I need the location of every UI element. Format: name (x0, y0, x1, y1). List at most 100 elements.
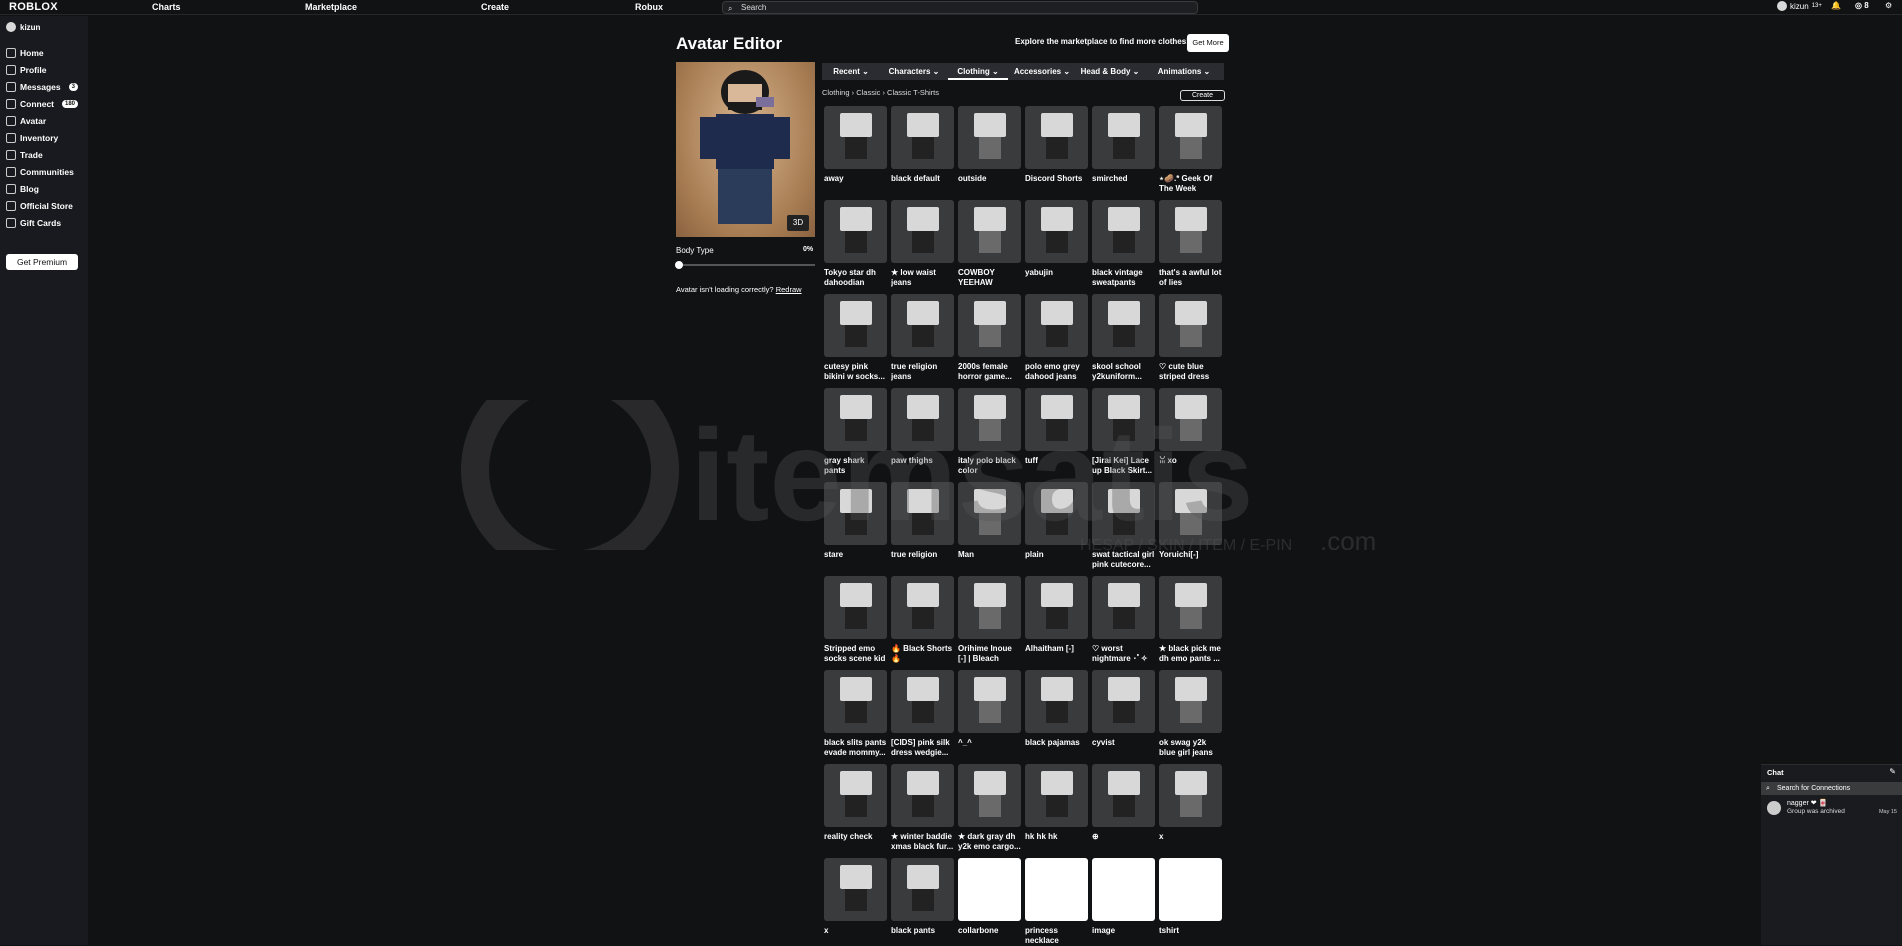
list-item[interactable]: ★ dark gray dh y2k emo cargo... (958, 764, 1021, 852)
list-item[interactable]: cyvist (1092, 670, 1155, 748)
item-thumbnail[interactable] (1159, 294, 1222, 357)
list-item[interactable]: that's a awful lot of lies (1159, 200, 1222, 288)
list-item[interactable]: outside (958, 106, 1021, 184)
item-thumbnail[interactable] (958, 670, 1021, 733)
item-thumbnail[interactable] (824, 106, 887, 169)
list-item[interactable]: black pants (891, 858, 954, 936)
list-item[interactable]: black vintage sweatpants (1092, 200, 1155, 288)
item-thumbnail[interactable] (1092, 482, 1155, 545)
item-thumbnail[interactable] (891, 106, 954, 169)
item-thumbnail[interactable] (891, 764, 954, 827)
item-thumbnail[interactable] (1159, 106, 1222, 169)
list-item[interactable]: tshirt (1159, 858, 1222, 936)
breadcrumb-classic[interactable]: Classic (856, 88, 880, 97)
list-item[interactable]: Tokyo star dh dahoodian pun... (824, 200, 887, 288)
list-item[interactable]: Orihime Inoue [-] | Bleach TYBW (958, 576, 1021, 664)
search-input[interactable]: ⌕ Search (722, 1, 1198, 14)
list-item[interactable]: smirched (1092, 106, 1155, 184)
item-thumbnail[interactable] (891, 294, 954, 357)
sidebar-item-profile[interactable]: Profile (6, 63, 84, 77)
body-type-slider[interactable] (675, 261, 815, 269)
item-thumbnail[interactable] (1092, 576, 1155, 639)
item-thumbnail[interactable] (824, 294, 887, 357)
roblox-logo[interactable]: ROBLOX (9, 1, 58, 13)
item-thumbnail[interactable] (824, 482, 887, 545)
tab-accessories[interactable]: Accessories ⌄ (1008, 63, 1076, 80)
item-thumbnail[interactable] (1092, 858, 1155, 921)
list-item[interactable]: x (1159, 764, 1222, 842)
sidebar-item-home[interactable]: Home (6, 46, 84, 60)
sidebar-user[interactable]: kizun (6, 22, 40, 32)
breadcrumb-classic-tshirts[interactable]: Classic T-Shirts (887, 88, 939, 97)
view-3d-button[interactable]: 3D (787, 215, 809, 231)
item-thumbnail[interactable] (1092, 764, 1155, 827)
list-item[interactable]: ★ low waist jeans (891, 200, 954, 288)
list-item[interactable]: Man (958, 482, 1021, 560)
tab-animations[interactable]: Animations ⌄ (1144, 63, 1224, 80)
list-item[interactable]: ꈍ xo (1159, 388, 1222, 466)
item-thumbnail[interactable] (958, 858, 1021, 921)
item-thumbnail[interactable] (891, 576, 954, 639)
sidebar-item-official-store[interactable]: Official Store (6, 199, 84, 213)
chat-new-icon[interactable]: ✎ (1889, 767, 1896, 776)
list-item[interactable]: stare (824, 482, 887, 560)
tab-head-body[interactable]: Head & Body ⌄ (1076, 63, 1144, 80)
item-thumbnail[interactable] (1025, 388, 1088, 451)
notifications-icon[interactable]: 🔔 (1831, 1, 1841, 10)
item-thumbnail[interactable] (1092, 106, 1155, 169)
item-thumbnail[interactable] (958, 294, 1021, 357)
create-button[interactable]: Create (1180, 90, 1225, 101)
tab-clothing[interactable]: Clothing ⌄ (948, 63, 1008, 80)
chat-conversation[interactable]: nagger ❤ 🀄 Group was archived May 15 (1767, 799, 1897, 817)
sidebar-item-blog[interactable]: Blog (6, 182, 84, 196)
header-user[interactable]: kizun 13+ (1777, 1, 1822, 11)
list-item[interactable]: black default (891, 106, 954, 184)
item-thumbnail[interactable] (958, 764, 1021, 827)
list-item[interactable]: ♡ worst nightmare ･ﾟ✧ (1092, 576, 1155, 664)
chat-search-input[interactable]: ⌕ Search for Connections (1761, 782, 1902, 795)
list-item[interactable]: true religion (891, 482, 954, 560)
sidebar-item-avatar[interactable]: Avatar (6, 114, 84, 128)
item-thumbnail[interactable] (891, 200, 954, 263)
item-thumbnail[interactable] (1159, 388, 1222, 451)
list-item[interactable]: Alhaitham [-] (1025, 576, 1088, 654)
item-thumbnail[interactable] (824, 576, 887, 639)
avatar-preview[interactable]: 3D (676, 62, 815, 237)
list-item[interactable]: ok swag y2k blue girl jeans (1159, 670, 1222, 758)
settings-gear-icon[interactable]: ⚙ (1885, 1, 1892, 10)
list-item[interactable]: [Jirai Kei] Lace up Black Skirt... (1092, 388, 1155, 476)
list-item[interactable]: black pajamas (1025, 670, 1088, 748)
item-thumbnail[interactable] (1159, 200, 1222, 263)
item-thumbnail[interactable] (1025, 576, 1088, 639)
list-item[interactable]: true religion jeans (891, 294, 954, 382)
item-thumbnail[interactable] (1159, 858, 1222, 921)
nav-charts[interactable]: Charts (152, 2, 181, 12)
item-thumbnail[interactable] (1025, 200, 1088, 263)
item-thumbnail[interactable] (1025, 482, 1088, 545)
list-item[interactable]: away (824, 106, 887, 184)
item-thumbnail[interactable] (891, 482, 954, 545)
item-thumbnail[interactable] (958, 106, 1021, 169)
item-thumbnail[interactable] (1159, 670, 1222, 733)
item-thumbnail[interactable] (1025, 106, 1088, 169)
item-thumbnail[interactable] (958, 482, 1021, 545)
list-item[interactable]: COWBOY YEEHAW TYPE... (958, 200, 1021, 288)
sidebar-item-connect[interactable]: Connect 180 (6, 97, 84, 111)
item-thumbnail[interactable] (1025, 670, 1088, 733)
item-thumbnail[interactable] (1025, 858, 1088, 921)
list-item[interactable]: cutesy pink bikini w socks... (824, 294, 887, 382)
item-thumbnail[interactable] (891, 858, 954, 921)
list-item[interactable]: italy polo black color (958, 388, 1021, 476)
list-item[interactable]: reality check (824, 764, 887, 842)
get-more-button[interactable]: Get More (1187, 34, 1229, 52)
list-item[interactable]: ⋆🥔.* Geek Of The Week (1159, 106, 1222, 194)
list-item[interactable]: ★ black pick me dh emo pants ... (1159, 576, 1222, 664)
sidebar-item-trade[interactable]: Trade (6, 148, 84, 162)
list-item[interactable]: x (824, 858, 887, 936)
nav-create[interactable]: Create (481, 2, 509, 12)
sidebar-item-gift-cards[interactable]: Gift Cards (6, 216, 84, 230)
list-item[interactable]: collarbone (958, 858, 1021, 936)
list-item[interactable]: Stripped emo socks scene kid (824, 576, 887, 664)
item-thumbnail[interactable] (824, 764, 887, 827)
list-item[interactable]: yabujin (1025, 200, 1088, 278)
